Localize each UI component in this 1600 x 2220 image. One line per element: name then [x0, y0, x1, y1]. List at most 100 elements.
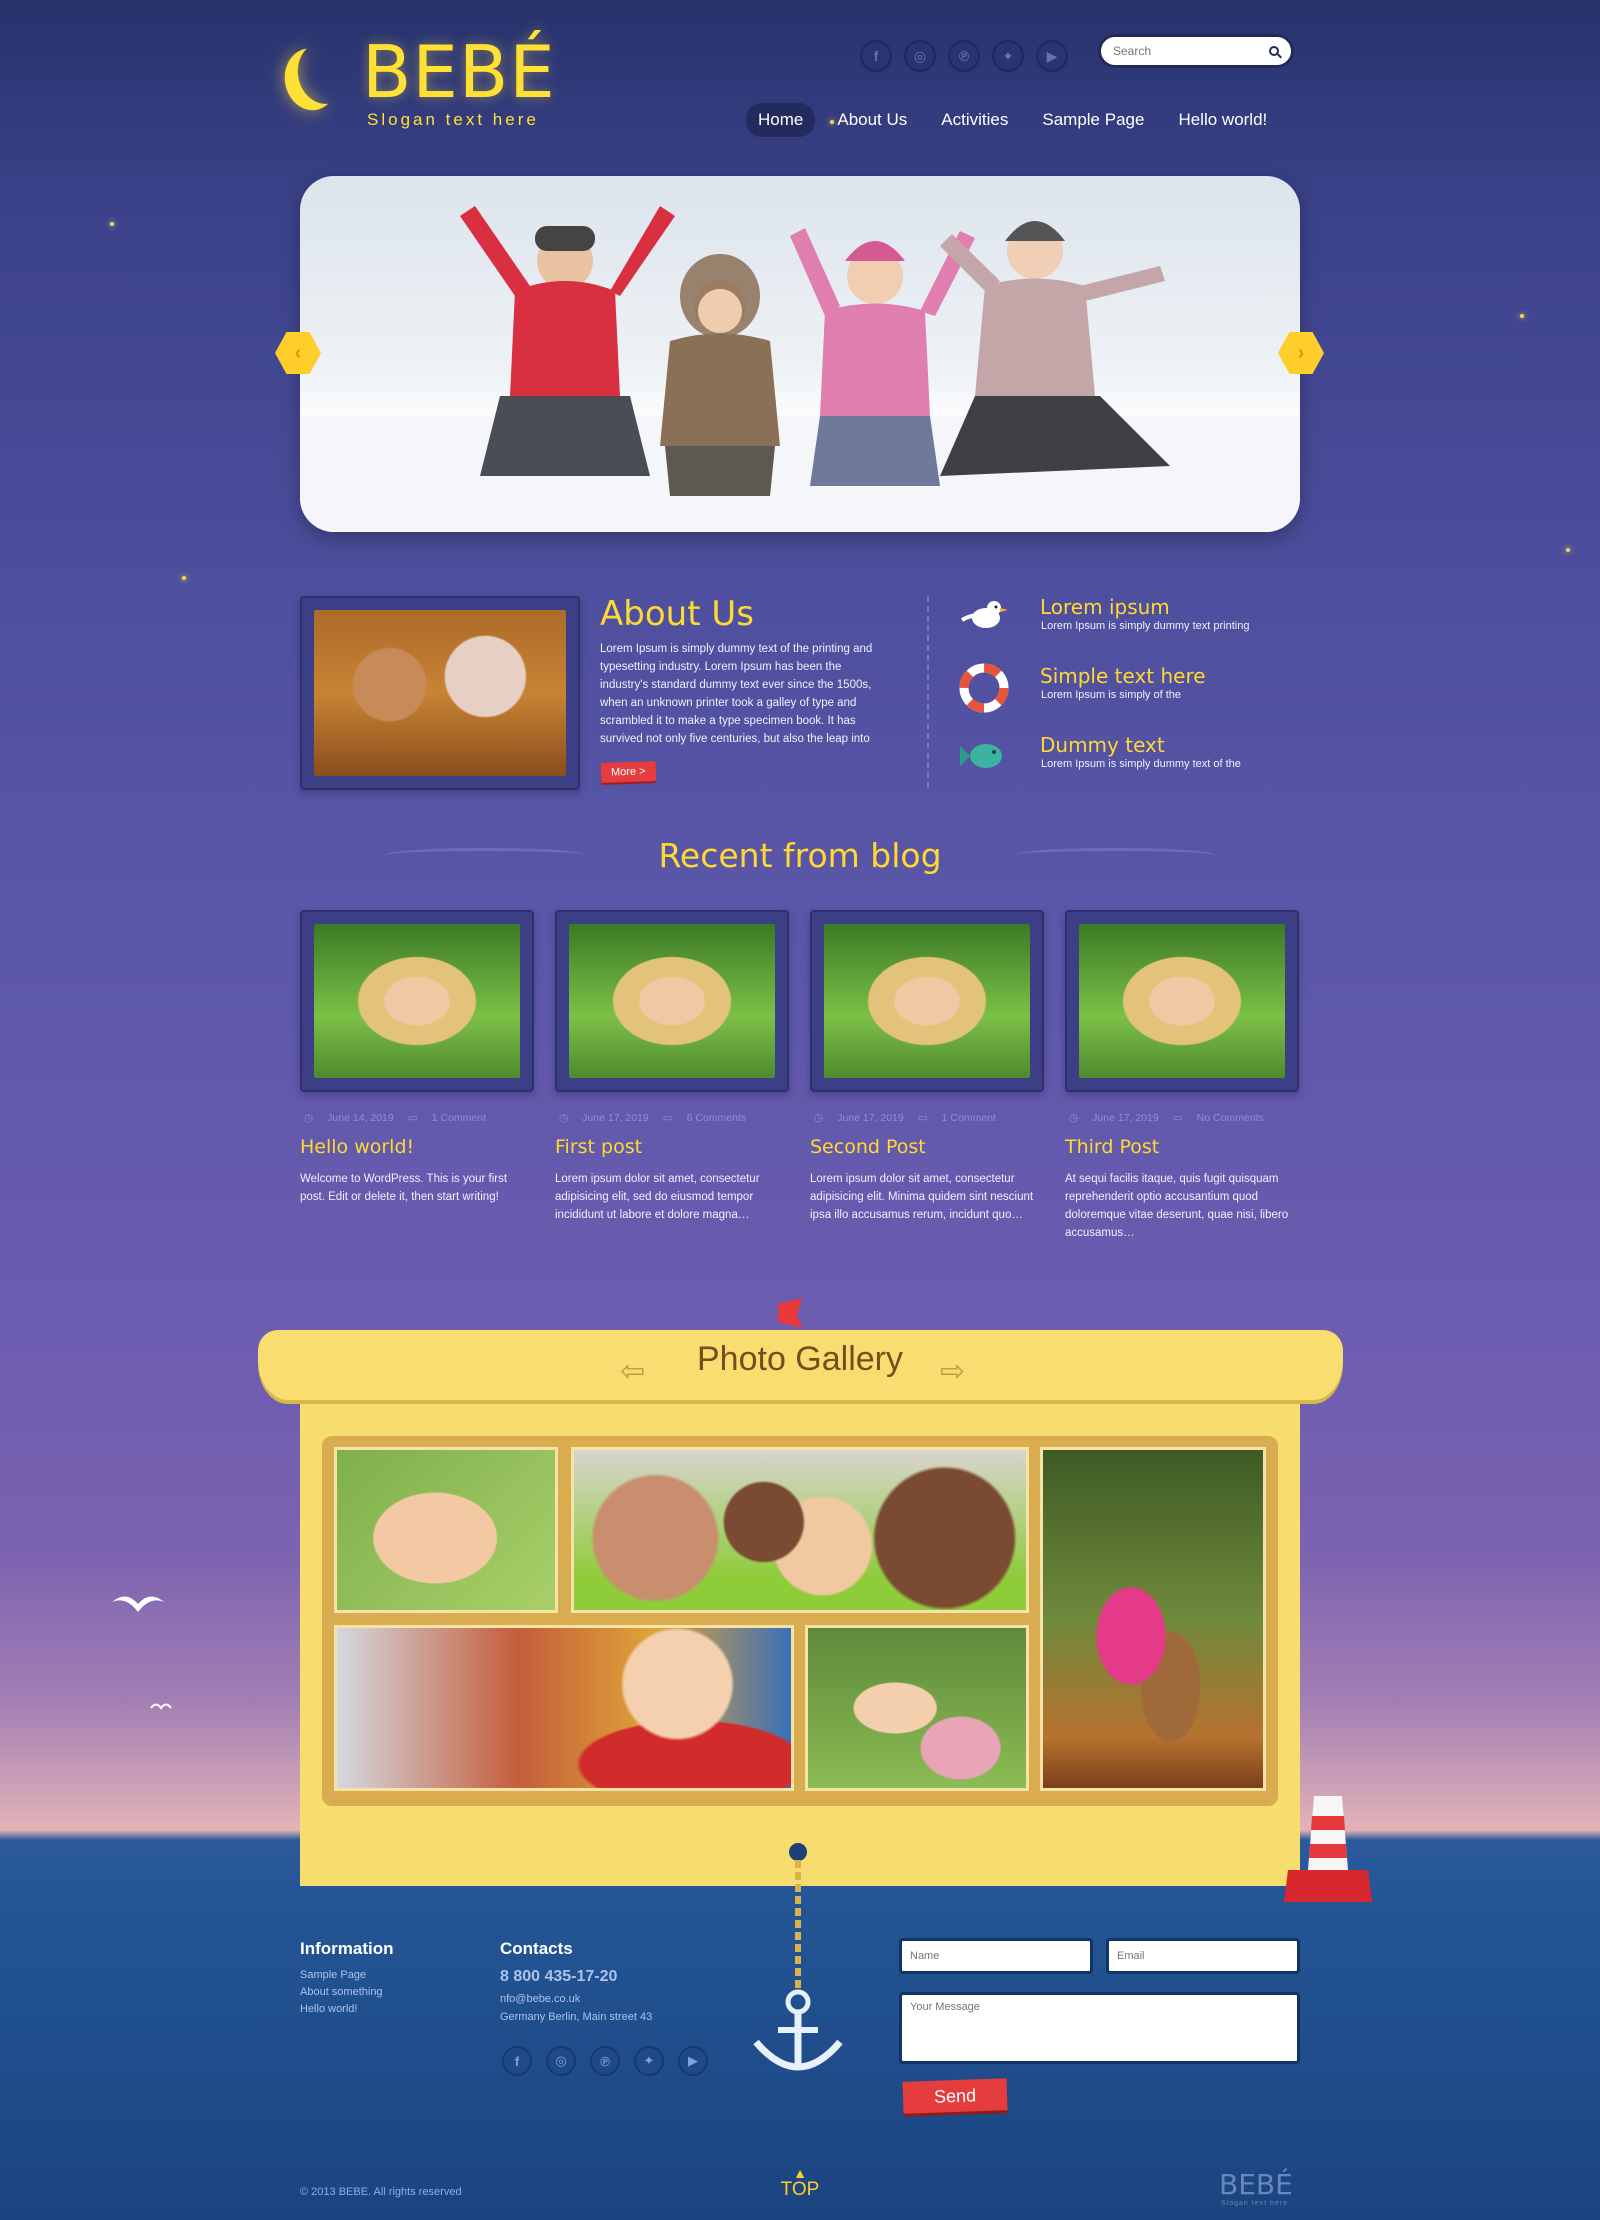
footer-address: Germany Berlin, Main street 43	[500, 2011, 653, 2023]
gallery-image-kids-group[interactable]	[571, 1447, 1029, 1613]
gallery-image-girl-teddy[interactable]	[1040, 1447, 1266, 1791]
kids-in-snow-illustration	[300, 206, 1300, 532]
blog-post-image[interactable]	[810, 910, 1044, 1092]
email-field[interactable]	[1106, 1938, 1300, 1974]
pinterest-icon[interactable]: ℗	[948, 40, 980, 72]
blog-post-image[interactable]	[1065, 910, 1299, 1092]
gallery-next-button[interactable]: ⇨	[940, 1354, 965, 1389]
post-excerpt: Lorem ipsum dolor sit amet, consectetur …	[555, 1173, 760, 1221]
footer-slogan: Slogan text here	[1221, 2200, 1288, 2207]
feature-text: Lorem Ipsum is simply of the	[1041, 689, 1181, 701]
nav-about-us[interactable]: About Us	[825, 103, 919, 137]
blog-post-image[interactable]	[555, 910, 789, 1092]
gallery-image-boy-carousel[interactable]	[334, 1625, 794, 1791]
post-date: June 17, 2019	[1092, 1112, 1159, 1124]
fish-icon	[960, 744, 1002, 768]
feature-title: Dummy text	[1040, 733, 1165, 757]
nav-hello-world[interactable]: Hello world!	[1166, 103, 1279, 137]
nav-home[interactable]: Home	[746, 103, 816, 137]
post-meta: ◷ June 17, 2019 ▭ 1 Comment	[814, 1112, 996, 1124]
chevron-left-icon: ‹	[294, 341, 302, 364]
post-meta: ◷ June 14, 2019 ▭ 1 Comment	[304, 1112, 486, 1124]
buoy-icon	[1284, 1796, 1372, 1902]
flag-decoration	[778, 1298, 802, 1328]
blog-heading: Recent from blog	[658, 836, 942, 875]
post-comments[interactable]: 1 Comment	[432, 1112, 486, 1124]
post-excerpt: Lorem ipsum dolor sit amet, consectetur …	[810, 1173, 1034, 1221]
copyright: © 2013 BEBE. All rights reserved	[300, 2186, 462, 2198]
gallery-image-boy-smile[interactable]	[334, 1447, 558, 1613]
footer-link-sample-page[interactable]: Sample Page	[300, 1969, 366, 1981]
youtube-icon[interactable]: ▶	[1036, 40, 1068, 72]
search-input[interactable]	[1113, 44, 1253, 58]
search-icon[interactable]	[1269, 46, 1279, 56]
feature-text: Lorem Ipsum is simply dummy text printin…	[1041, 620, 1250, 632]
post-meta: ◷ June 17, 2019 ▭ No Comments	[1069, 1112, 1264, 1124]
twitter-icon[interactable]: ✦	[992, 40, 1024, 72]
post-title[interactable]: First post	[555, 1136, 642, 1158]
top-label: TOP	[780, 2179, 820, 2200]
post-title[interactable]: Second Post	[810, 1136, 926, 1158]
pinterest-icon[interactable]: ℗	[590, 2046, 620, 2076]
footer-email[interactable]: nfo@bebe.co.uk	[500, 1993, 580, 2005]
message-field[interactable]	[899, 1992, 1300, 2064]
hero-slider-image	[300, 176, 1300, 532]
clock-icon: ◷	[559, 1112, 569, 1124]
autumn-kids-image	[314, 610, 566, 776]
chevron-up-icon: ▲	[793, 2165, 807, 2181]
star-decoration	[110, 222, 114, 226]
nav-sample-page[interactable]: Sample Page	[1030, 103, 1156, 137]
footer-logo[interactable]: BEBÉ	[1219, 2168, 1293, 2201]
post-date: June 14, 2019	[327, 1112, 394, 1124]
facebook-icon[interactable]: f	[502, 2046, 532, 2076]
girl-photo	[569, 924, 775, 1078]
girl-photo	[314, 924, 520, 1078]
post-date: June 17, 2019	[837, 1112, 904, 1124]
comment-icon: ▭	[1172, 1112, 1183, 1124]
about-title: About Us	[600, 594, 754, 634]
logo-text: BEBÉ	[362, 30, 556, 114]
nav-activities[interactable]: Activities	[929, 103, 1020, 137]
post-comments[interactable]: No Comments	[1197, 1112, 1264, 1124]
twitter-icon[interactable]: ✦	[634, 2046, 664, 2076]
header-social-links: f ◎ ℗ ✦ ▶	[860, 40, 1068, 72]
about-more-button[interactable]: More >	[600, 761, 656, 783]
post-date: June 17, 2019	[582, 1112, 649, 1124]
post-comments[interactable]: 6 Comments	[687, 1112, 747, 1124]
back-to-top-button[interactable]: ▲ TOP	[775, 2165, 825, 2201]
post-title[interactable]: Third Post	[1065, 1136, 1159, 1158]
youtube-icon[interactable]: ▶	[678, 2046, 708, 2076]
instagram-icon[interactable]: ◎	[546, 2046, 576, 2076]
instagram-icon[interactable]: ◎	[904, 40, 936, 72]
post-comments[interactable]: 1 Comment	[942, 1112, 996, 1124]
about-photo	[300, 596, 580, 790]
footer-link-hello-world[interactable]: Hello world!	[300, 2003, 357, 2015]
bird-icon	[112, 1596, 164, 1612]
bird-icon	[150, 1703, 172, 1710]
star-decoration	[1566, 548, 1570, 552]
post-meta: ◷ June 17, 2019 ▭ 6 Comments	[559, 1112, 746, 1124]
footer-link-about-something[interactable]: About something	[300, 1986, 383, 1998]
divider	[927, 596, 929, 788]
name-field[interactable]	[899, 1938, 1093, 1974]
seagull-icon	[961, 601, 1008, 628]
footer-phone: 8 800 435-17-20	[500, 1968, 618, 1985]
feature-title: Lorem ipsum	[1040, 595, 1170, 619]
post-excerpt: At sequi facilis itaque, quis fugit quis…	[1065, 1173, 1289, 1239]
star-decoration	[182, 576, 186, 580]
footer-contacts-heading: Contacts	[500, 1939, 573, 1958]
girl-photo	[1079, 924, 1285, 1078]
post-title[interactable]: Hello world!	[300, 1136, 414, 1158]
post-excerpt: Welcome to WordPress. This is your first…	[300, 1173, 508, 1203]
facebook-icon[interactable]: f	[860, 40, 892, 72]
anchor-icon	[753, 1843, 843, 2071]
chevron-right-icon: ›	[1297, 341, 1305, 364]
girl-photo	[824, 924, 1030, 1078]
search-box	[1098, 34, 1294, 68]
send-button[interactable]: Send	[902, 2078, 1008, 2114]
blog-post-image[interactable]	[300, 910, 534, 1092]
clock-icon: ◷	[814, 1112, 824, 1124]
moon-icon	[293, 38, 355, 108]
gallery-image-baby-grass[interactable]	[805, 1625, 1029, 1791]
footer-info-heading: Information	[300, 1939, 394, 1958]
